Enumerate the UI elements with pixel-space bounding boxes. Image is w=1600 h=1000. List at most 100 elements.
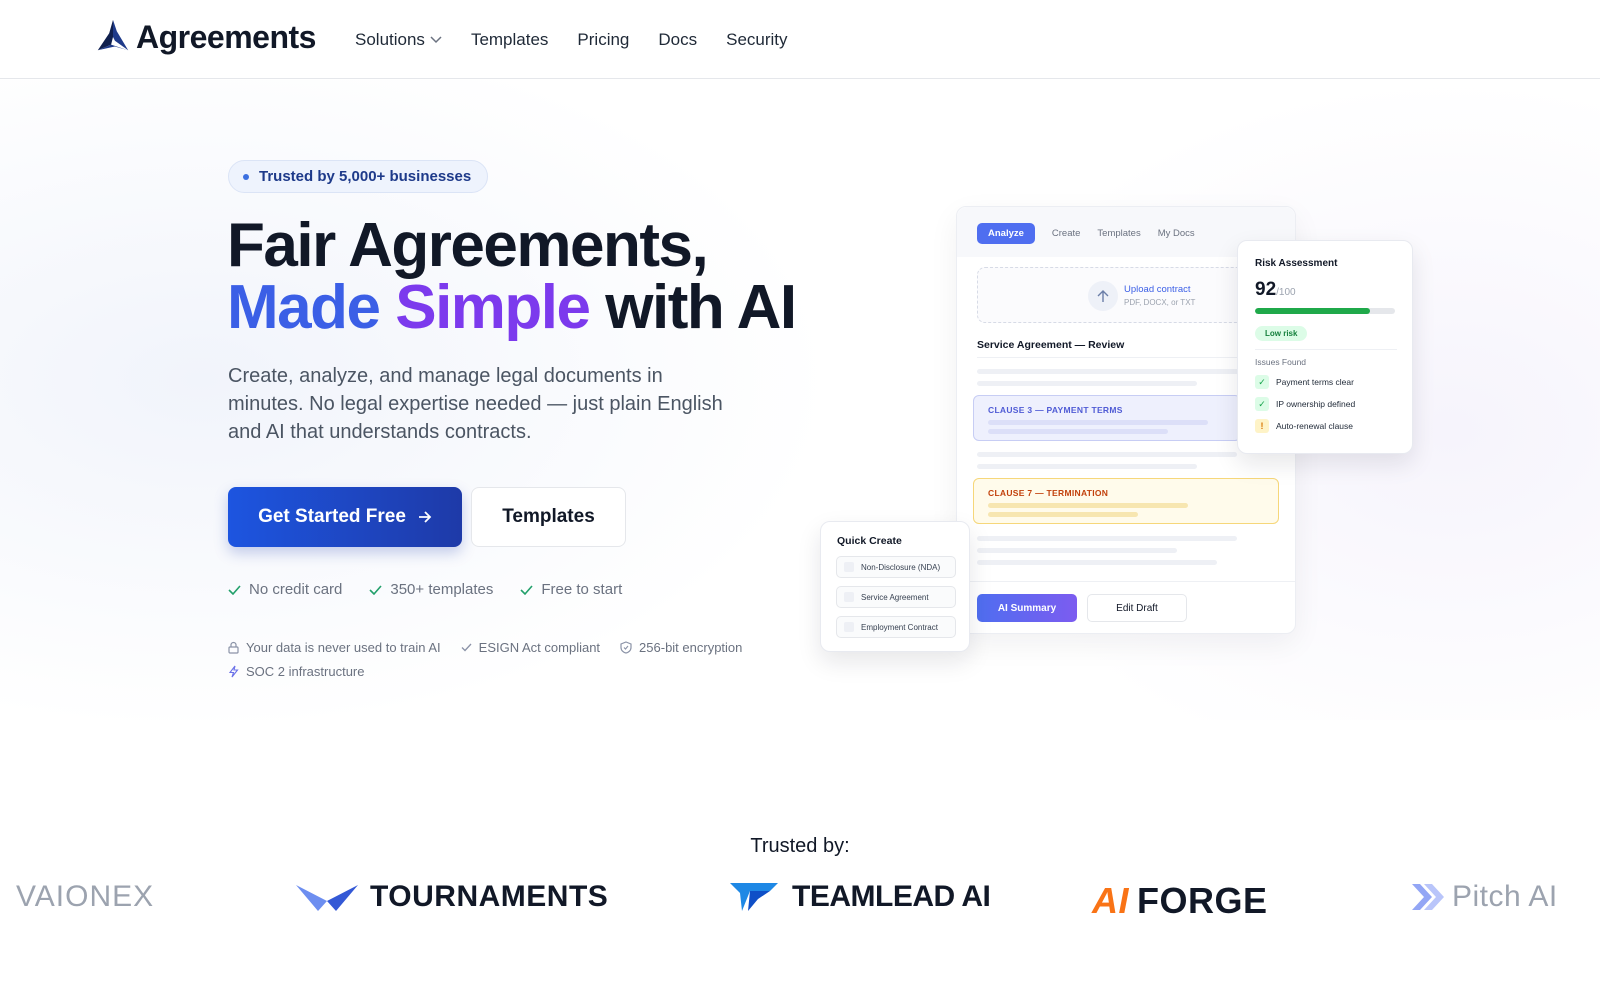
logo-pitch-ai-text: Pitch AI <box>1452 880 1558 913</box>
tab-my-docs[interactable]: My Docs <box>1158 228 1195 239</box>
nav-security[interactable]: Security <box>726 30 787 50</box>
clause-highlight-payment[interactable]: CLAUSE 3 — PAYMENT TERMS <box>973 395 1241 441</box>
logo-forge: AI FORGE <box>1092 880 1268 922</box>
edit-draft-button[interactable]: Edit Draft <box>1087 594 1187 622</box>
issue-item: ✓ Payment terms clear <box>1255 375 1354 389</box>
divider <box>1255 349 1397 350</box>
get-started-button[interactable]: Get Started Free <box>228 487 462 547</box>
logo-teamlead-text: TEAMLEAD AI <box>792 880 991 913</box>
risk-score-value: 92 <box>1255 279 1277 300</box>
quick-create-label: Service Agreement <box>861 592 929 602</box>
clause-label: CLAUSE 7 — TERMINATION <box>988 488 1109 498</box>
brand-logo-icon <box>97 19 129 51</box>
risk-level-badge: Low risk <box>1255 326 1308 341</box>
upload-dropzone[interactable]: Upload contract PDF, DOCX, or TXT <box>977 267 1277 323</box>
risk-progress-bar <box>1255 308 1395 314</box>
lock-icon <box>228 641 239 654</box>
issue-label: Auto-renewal clause <box>1276 421 1354 431</box>
trust-label: SOC 2 infrastructure <box>246 664 365 679</box>
headline-simple: Simple <box>395 273 591 342</box>
tab-templates[interactable]: Templates <box>1097 228 1140 239</box>
divider <box>977 357 1277 358</box>
get-started-label: Get Started Free <box>258 506 406 527</box>
nav-solutions[interactable]: Solutions <box>355 30 442 50</box>
check-label: No credit card <box>249 581 343 598</box>
upload-icon <box>1088 281 1118 311</box>
text-placeholder <box>977 381 1197 386</box>
tab-analyze[interactable]: Analyze <box>977 223 1035 244</box>
logo-forge-text: FORGE <box>1137 880 1268 921</box>
nav-pricing[interactable]: Pricing <box>577 30 629 50</box>
divider <box>957 581 1295 582</box>
document-title: Service Agreement — Review <box>977 339 1125 351</box>
check-icon <box>228 584 241 595</box>
brand-name: Agreements <box>136 18 316 55</box>
check-label: 350+ templates <box>390 581 494 598</box>
quick-create-title: Quick Create <box>837 535 902 547</box>
ai-summary-button[interactable]: AI Summary <box>977 594 1077 622</box>
logo-vaionex-text: VAIONEX <box>16 880 155 913</box>
document-icon <box>844 562 854 572</box>
nav-templates[interactable]: Templates <box>471 30 548 50</box>
tab-create[interactable]: Create <box>1052 228 1081 239</box>
quick-create-label: Non-Disclosure (NDA) <box>861 562 941 572</box>
check-icon: ✓ <box>1255 375 1269 389</box>
text-placeholder <box>977 560 1217 565</box>
logo-forge-ai: AI <box>1092 880 1129 921</box>
lightning-icon <box>228 665 239 678</box>
text-placeholder <box>977 536 1237 541</box>
nav-solutions-label: Solutions <box>355 30 425 49</box>
document-icon <box>844 592 854 602</box>
check-item: No credit card <box>228 581 342 598</box>
check-label: Free to start <box>541 581 623 598</box>
hero-checks: No credit card 350+ templates Free to st… <box>228 581 649 598</box>
quick-create-label: Employment Contract <box>861 622 938 632</box>
clause-highlight-termination[interactable]: CLAUSE 7 — TERMINATION <box>973 478 1279 524</box>
clause-label: CLAUSE 3 — PAYMENT TERMS <box>988 405 1123 415</box>
trust-item-esign: ESIGN Act compliant <box>461 640 600 655</box>
tournaments-mark-icon <box>296 885 358 911</box>
risk-assessment-card: Risk Assessment 92/100 Low risk Issues F… <box>1237 240 1413 454</box>
logo-tournaments-text: TOURNAMENTS <box>370 880 609 913</box>
trust-label: ESIGN Act compliant <box>478 640 601 655</box>
check-icon <box>520 584 533 595</box>
risk-score: 92/100 <box>1255 279 1296 301</box>
top-nav: Agreements Solutions Templates Pricing D… <box>0 0 1600 79</box>
brand[interactable]: Agreements <box>94 18 316 56</box>
check-icon <box>369 584 382 595</box>
quick-create-item[interactable]: Non-Disclosure (NDA) <box>836 556 956 578</box>
logo-pitch-ai: Pitch AI <box>1410 880 1558 914</box>
trusted-by-title: Trusted by: <box>750 835 850 857</box>
check-icon: ✓ <box>1255 397 1269 411</box>
risk-score-max: /100 <box>1276 287 1296 298</box>
trust-item-privacy: Your data is never used to train AI <box>228 640 441 655</box>
headline-line2: Made Simple with AI <box>227 277 797 339</box>
check-item: Free to start <box>520 581 622 598</box>
badge-dot <box>243 173 249 180</box>
quick-create-card: Quick Create Non-Disclosure (NDA) Servic… <box>820 521 970 652</box>
quick-create-item[interactable]: Employment Contract <box>836 616 956 638</box>
issue-item: ✓ IP ownership defined <box>1255 397 1355 411</box>
arrow-right-icon <box>418 511 432 523</box>
warning-icon: ! <box>1255 419 1269 433</box>
trust-badge: Trusted by 5,000+ businesses <box>228 160 489 193</box>
issue-label: IP ownership defined <box>1276 399 1356 409</box>
hero-subtitle: Create, analyze, and manage legal docume… <box>228 365 723 443</box>
preview-tabs: Analyze Create Templates My Docs <box>977 223 1212 244</box>
nav-docs[interactable]: Docs <box>658 30 697 50</box>
trust-label: 256-bit encryption <box>639 640 743 655</box>
teamlead-mark-icon <box>730 883 778 911</box>
logo-tournaments: TOURNAMENTS <box>294 880 608 914</box>
double-chevron-icon <box>1412 884 1444 910</box>
text-placeholder <box>977 369 1241 374</box>
text-placeholder <box>988 512 1138 517</box>
quick-create-item[interactable]: Service Agreement <box>836 586 956 608</box>
headline-made: Made <box>227 273 381 342</box>
templates-button[interactable]: Templates <box>471 487 626 547</box>
logo-vaionex: VAIONEX <box>16 880 154 914</box>
upload-subtitle: PDF, DOCX, or TXT <box>1124 298 1196 307</box>
hero-headline: Fair Agreements, Made Simple with AI <box>227 215 797 339</box>
issue-item: ! Auto-renewal clause <box>1255 419 1353 433</box>
text-placeholder <box>988 503 1188 508</box>
risk-progress-fill <box>1255 308 1370 314</box>
